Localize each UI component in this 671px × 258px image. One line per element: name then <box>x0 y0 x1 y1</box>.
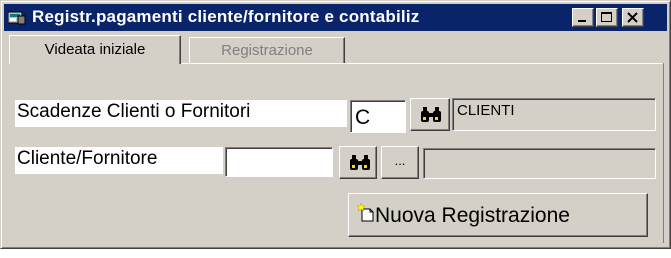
window-title: Registr.pagamenti cliente/fornitore e co… <box>32 7 420 26</box>
scadenze-label: Scadenze Clienti o Fornitori <box>15 100 347 127</box>
tab-panel-edge <box>663 63 664 243</box>
new-registration-button[interactable]: Nuova Registrazione <box>348 193 648 237</box>
title-bar[interactable]: Registr.pagamenti cliente/fornitore e co… <box>4 4 667 31</box>
scadenze-code-input[interactable] <box>350 100 406 133</box>
tab-videata-iniziale[interactable]: Videata iniziale <box>9 35 181 64</box>
maximize-button[interactable] <box>596 8 618 27</box>
tab-registrazione[interactable]: Registrazione <box>189 37 345 63</box>
minimize-button[interactable] <box>572 8 594 27</box>
close-button[interactable] <box>622 8 644 27</box>
new-registration-label: Nuova Registrazione <box>375 204 570 227</box>
minimize-icon <box>578 20 586 22</box>
cliente-fornitore-description <box>423 148 656 179</box>
cliente-lookup-button[interactable] <box>339 146 377 179</box>
scadenze-description: CLIENTI <box>452 98 656 131</box>
binoculars-icon <box>421 107 441 122</box>
browse-label: ... <box>394 153 406 168</box>
cliente-browse-button[interactable]: ... <box>381 146 419 179</box>
close-icon <box>627 12 638 23</box>
app-icon <box>7 10 26 25</box>
tab-strip: Videata iniziale Registrazione <box>9 35 665 64</box>
scadenze-lookup-button[interactable] <box>410 98 450 131</box>
new-document-icon <box>356 202 377 229</box>
binoculars-icon <box>350 155 370 170</box>
app-window: Registr.pagamenti cliente/fornitore e co… <box>0 0 671 249</box>
cliente-fornitore-input[interactable] <box>225 147 333 177</box>
maximize-icon <box>601 12 612 22</box>
cliente-fornitore-label: Cliente/Fornitore <box>15 147 223 174</box>
